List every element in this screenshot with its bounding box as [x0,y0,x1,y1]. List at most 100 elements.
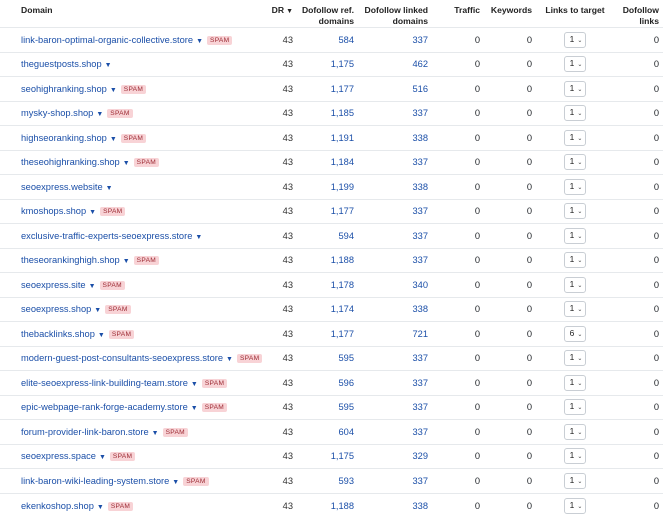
dofollow-linked-domains-link[interactable]: 337 [358,468,432,493]
domain-link[interactable]: seohighranking.shop [21,84,107,94]
dofollow-linked-domains-link[interactable]: 462 [358,51,432,77]
dofollow-linked-domains-link[interactable]: 337 [358,370,432,395]
links-to-target-dropdown[interactable]: 1 ⌄ [563,203,587,220]
caret-down-icon[interactable]: ▼ [89,209,96,216]
dofollow-ref-domains-link[interactable]: 1,175 [297,443,358,469]
links-to-target-dropdown[interactable]: 1 ⌄ [563,178,587,195]
dofollow-ref-domains-link[interactable]: 1,188 [297,247,358,273]
dofollow-ref-domains-link[interactable]: 604 [297,419,358,444]
col-domain[interactable]: Domain [0,0,262,28]
links-to-target-dropdown[interactable]: 1 ⌄ [563,374,587,391]
caret-down-icon[interactable]: ▼ [226,356,233,363]
links-to-target-dropdown[interactable]: 1 ⌄ [563,350,587,367]
caret-down-icon[interactable]: ▼ [98,332,105,339]
dofollow-linked-domains-link[interactable]: 338 [358,125,432,150]
links-to-target-dropdown[interactable]: 1 ⌄ [563,399,587,416]
dofollow-linked-domains-link[interactable]: 338 [358,296,432,322]
dofollow-linked-domains-link[interactable]: 340 [358,272,432,297]
caret-down-icon[interactable]: ▼ [89,283,96,290]
dofollow-ref-domains-link[interactable]: 1,177 [297,321,358,346]
links-to-target-dropdown[interactable]: 1 ⌄ [563,448,587,465]
dofollow-linked-domains-link[interactable]: 329 [358,443,432,469]
caret-down-icon[interactable]: ▼ [106,185,113,192]
domain-link[interactable]: seoexpress.shop [21,304,91,314]
dofollow-ref-domains-link[interactable]: 1,174 [297,296,358,322]
dofollow-ref-domains-link[interactable]: 1,177 [297,198,358,224]
domain-link[interactable]: highseoranking.shop [21,133,107,143]
domain-link[interactable]: link-baron-wiki-leading-system.store [21,476,169,486]
dofollow-ref-domains-link[interactable]: 1,177 [297,76,358,101]
caret-down-icon[interactable]: ▼ [123,258,130,265]
dofollow-ref-domains-link[interactable]: 1,184 [297,149,358,175]
links-to-target-dropdown[interactable]: 1 ⌄ [563,423,587,440]
dofollow-ref-domains-link[interactable]: 593 [297,468,358,493]
links-to-target-dropdown[interactable]: 1 ⌄ [563,301,587,318]
domain-link[interactable]: ekenkoshop.shop [21,501,94,511]
domain-link[interactable]: theseorankinghigh.shop [21,255,120,265]
caret-down-icon[interactable]: ▼ [172,479,179,486]
caret-down-icon[interactable]: ▼ [96,111,103,118]
links-to-target-dropdown[interactable]: 1 ⌄ [563,472,587,489]
dofollow-ref-domains-link[interactable]: 596 [297,370,358,395]
dofollow-ref-domains-link[interactable]: 1,175 [297,51,358,77]
domain-link[interactable]: thebacklinks.shop [21,329,95,339]
links-to-target-dropdown[interactable]: 1 ⌄ [563,31,587,48]
links-to-target-dropdown[interactable]: 1 ⌄ [563,80,587,97]
dofollow-ref-domains-link[interactable]: 1,199 [297,174,358,199]
links-to-target-dropdown[interactable]: 1 ⌄ [563,129,587,146]
dofollow-linked-domains-link[interactable]: 721 [358,321,432,346]
col-traffic[interactable]: Traffic [432,0,484,28]
col-dr[interactable]: DR ▼ [262,0,297,28]
domain-link[interactable]: mysky-shop.shop [21,108,93,118]
domain-link[interactable]: seoexpress.space [21,451,96,461]
domain-link[interactable]: exclusive-traffic-experts-seoexpress.sto… [21,231,192,241]
dofollow-ref-domains-link[interactable]: 1,185 [297,100,358,126]
caret-down-icon[interactable]: ▼ [97,504,104,511]
dofollow-ref-domains-link[interactable]: 595 [297,345,358,371]
col-dofollow-ref-domains[interactable]: Dofollow ref. domains [297,0,358,28]
links-to-target-dropdown[interactable]: 6 ⌄ [563,325,587,342]
col-dofollow-links[interactable]: Dofollow links [614,0,663,28]
dofollow-ref-domains-link[interactable]: 584 [297,27,358,52]
dofollow-linked-domains-link[interactable]: 516 [358,76,432,101]
caret-down-icon[interactable]: ▼ [195,234,202,241]
links-to-target-dropdown[interactable]: 1 ⌄ [563,227,587,244]
domain-link[interactable]: epic-webpage-rank-forge-academy.store [21,402,188,412]
domain-link[interactable]: theseohighranking.shop [21,157,120,167]
caret-down-icon[interactable]: ▼ [99,454,106,461]
dofollow-linked-domains-link[interactable]: 337 [358,345,432,371]
caret-down-icon[interactable]: ▼ [196,38,203,45]
links-to-target-dropdown[interactable]: 1 ⌄ [563,154,587,171]
col-keywords[interactable]: Keywords [484,0,536,28]
links-to-target-dropdown[interactable]: 1 ⌄ [563,276,587,293]
col-links-to-target[interactable]: Links to target [536,0,614,28]
domain-link[interactable]: theguestposts.shop [21,59,102,69]
caret-down-icon[interactable]: ▼ [123,160,130,167]
dofollow-ref-domains-link[interactable]: 595 [297,394,358,420]
caret-down-icon[interactable]: ▼ [110,87,117,94]
dofollow-ref-domains-link[interactable]: 594 [297,223,358,248]
domain-link[interactable]: seoexpress.website [21,182,103,192]
dofollow-linked-domains-link[interactable]: 337 [358,394,432,420]
caret-down-icon[interactable]: ▼ [191,381,198,388]
col-dofollow-linked-domains[interactable]: Dofollow linked domains [358,0,432,28]
domain-link[interactable]: elite-seoexpress-link-building-team.stor… [21,378,188,388]
dofollow-linked-domains-link[interactable]: 337 [358,149,432,175]
caret-down-icon[interactable]: ▼ [152,430,159,437]
dofollow-ref-domains-link[interactable]: 1,191 [297,125,358,150]
caret-down-icon[interactable]: ▼ [110,136,117,143]
dofollow-linked-domains-link[interactable]: 337 [358,100,432,126]
links-to-target-dropdown[interactable]: 1 ⌄ [563,497,587,514]
dofollow-ref-domains-link[interactable]: 1,188 [297,492,358,518]
domain-link[interactable]: seoexpress.site [21,280,86,290]
dofollow-ref-domains-link[interactable]: 1,178 [297,272,358,297]
domain-link[interactable]: kmoshops.shop [21,206,86,216]
domain-link[interactable]: forum-provider-link-baron.store [21,427,149,437]
caret-down-icon[interactable]: ▼ [94,307,101,314]
dofollow-linked-domains-link[interactable]: 337 [358,419,432,444]
domain-link[interactable]: link-baron-optimal-organic-collective.st… [21,35,193,45]
dofollow-linked-domains-link[interactable]: 337 [358,198,432,224]
links-to-target-dropdown[interactable]: 1 ⌄ [563,56,587,73]
dofollow-linked-domains-link[interactable]: 338 [358,174,432,199]
dofollow-linked-domains-link[interactable]: 337 [358,247,432,273]
